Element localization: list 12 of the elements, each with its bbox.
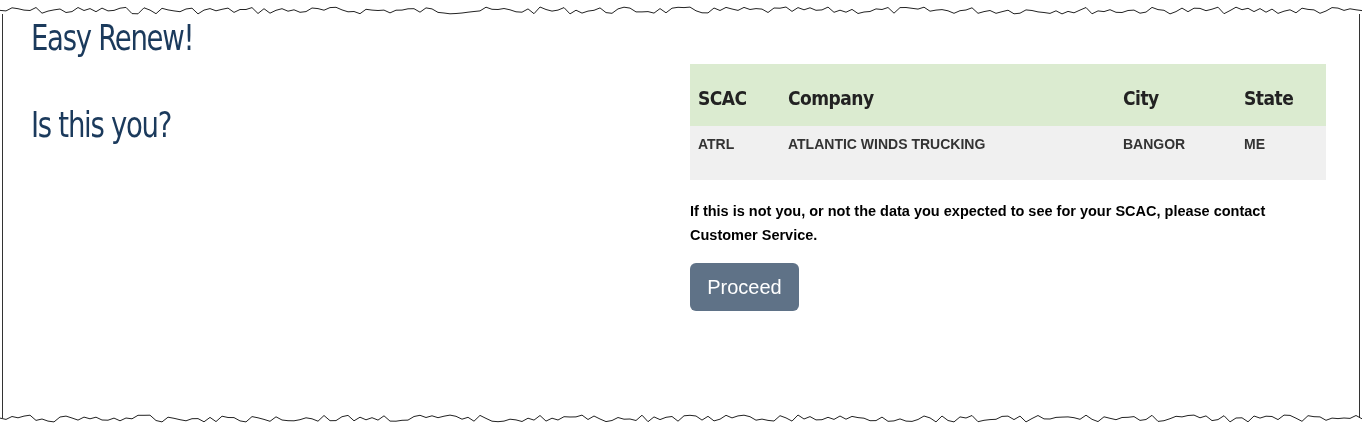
page-title: Easy Renew! bbox=[31, 17, 194, 58]
column-header: City bbox=[1123, 87, 1159, 109]
page-heading: Is this you? bbox=[31, 104, 172, 145]
proceed-button[interactable]: Proceed bbox=[690, 263, 799, 311]
table-cell: ATLANTIC WINDS TRUCKING bbox=[788, 136, 986, 152]
column-header: State bbox=[1244, 87, 1294, 109]
notice-text: If this is not you, or not the data you expected to see for your SCAC, please contact Customer Service. bbox=[690, 202, 1267, 245]
column-header: Company bbox=[788, 87, 874, 109]
column-header: SCAC bbox=[698, 87, 747, 109]
table-cell: BANGOR bbox=[1123, 136, 1186, 152]
table-cell: ME bbox=[1244, 136, 1265, 152]
table-cell: ATRL bbox=[698, 136, 735, 152]
